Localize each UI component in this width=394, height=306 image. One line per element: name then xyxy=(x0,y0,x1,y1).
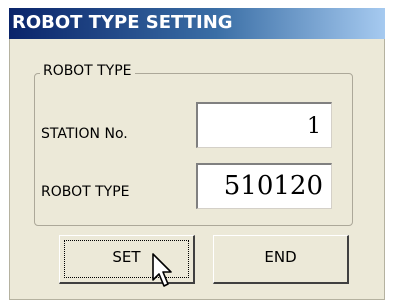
groupbox-label: ROBOT TYPE xyxy=(40,63,135,79)
window-title: ROBOT TYPE SETTING xyxy=(12,12,233,33)
end-button[interactable]: END xyxy=(213,235,349,284)
station-number-value: 1 xyxy=(307,114,321,139)
robot-type-value: 510120 xyxy=(223,171,323,201)
end-button-label: END xyxy=(264,248,297,266)
robot-type-field[interactable]: 510120 xyxy=(196,163,332,209)
set-button[interactable]: SET xyxy=(59,235,195,284)
station-number-label: STATION No. xyxy=(41,126,128,142)
set-button-label: SET xyxy=(112,248,141,266)
robot-type-label: ROBOT TYPE xyxy=(41,184,130,200)
station-number-field[interactable]: 1 xyxy=(196,102,332,148)
robot-type-setting-dialog: ROBOT TYPE SETTING ROBOT TYPE STATION No… xyxy=(9,8,385,300)
title-bar: ROBOT TYPE SETTING xyxy=(9,8,385,39)
